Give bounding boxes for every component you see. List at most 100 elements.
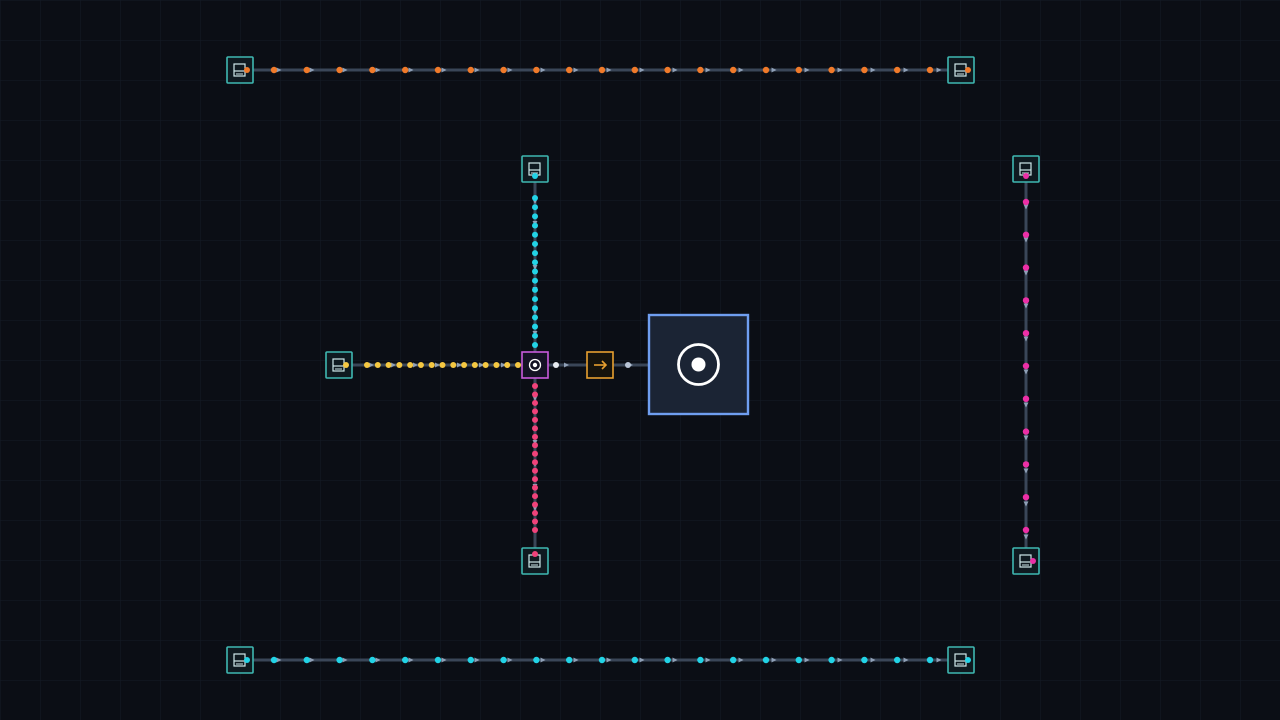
resource-item xyxy=(1022,198,1030,206)
resource-item xyxy=(402,656,409,664)
resource-item xyxy=(828,656,835,664)
resource-item xyxy=(532,323,538,330)
source-node-top-right[interactable] xyxy=(947,56,975,84)
resource-item xyxy=(1022,526,1030,534)
resource-item xyxy=(697,656,704,664)
resource-item xyxy=(532,408,538,415)
resource-item xyxy=(664,66,671,74)
resource-item xyxy=(532,493,538,500)
factory-board[interactable] xyxy=(0,0,1280,720)
resource-item xyxy=(493,362,500,368)
resource-item xyxy=(369,656,376,664)
resource-item xyxy=(385,362,392,368)
resource-item xyxy=(795,656,802,664)
resource-item xyxy=(730,66,737,74)
resource-item xyxy=(467,656,474,664)
resource-item xyxy=(631,66,638,74)
output-port xyxy=(532,551,538,557)
resource-item xyxy=(532,268,538,275)
resource-item xyxy=(450,362,457,368)
source-node-magenta-bottom[interactable] xyxy=(1012,547,1040,575)
resource-item xyxy=(631,656,638,664)
resource-item xyxy=(532,416,538,423)
resource-item xyxy=(439,362,446,368)
resource-item xyxy=(1022,264,1030,271)
resource-item xyxy=(762,66,770,74)
resource-item xyxy=(1022,494,1030,501)
cyan-items-vertical xyxy=(532,195,538,348)
resource-item xyxy=(532,442,538,449)
resource-item xyxy=(461,362,468,368)
resource-item xyxy=(500,66,507,74)
resource-item xyxy=(1022,395,1030,402)
resource-item xyxy=(532,259,538,266)
resource-item xyxy=(532,222,538,229)
resource-item xyxy=(515,362,521,368)
output-port xyxy=(1023,173,1029,179)
resource-item xyxy=(532,332,538,339)
merger-node[interactable] xyxy=(521,351,549,379)
resource-item xyxy=(374,362,381,368)
source-node-bottom-right[interactable] xyxy=(947,646,975,674)
resource-item xyxy=(861,66,868,74)
target-icon-core xyxy=(691,357,706,372)
resource-item xyxy=(402,66,409,74)
resource-item xyxy=(364,362,370,368)
resource-item xyxy=(532,314,538,321)
resource-item xyxy=(532,383,538,389)
resource-item xyxy=(532,484,538,491)
resource-item xyxy=(504,362,511,368)
resource-item xyxy=(795,66,802,74)
resource-item xyxy=(369,66,376,74)
resource-item xyxy=(566,66,573,74)
hub[interactable] xyxy=(647,313,750,416)
resource-item xyxy=(1022,231,1030,238)
output-port xyxy=(244,67,250,73)
white-item xyxy=(553,362,559,368)
resource-item xyxy=(533,66,540,74)
resource-item xyxy=(434,66,442,74)
resource-item xyxy=(428,362,435,368)
cyan-items-bottom xyxy=(270,656,934,664)
resource-item xyxy=(828,66,835,74)
resource-item xyxy=(532,425,538,432)
resource-item xyxy=(396,362,403,368)
output-port xyxy=(244,657,250,663)
grid-background xyxy=(0,0,1280,720)
resource-item xyxy=(1022,428,1030,435)
resource-item xyxy=(1022,362,1030,370)
resource-item xyxy=(664,656,671,664)
direction-block[interactable] xyxy=(586,351,614,379)
resource-item xyxy=(598,656,606,664)
resource-item xyxy=(532,231,538,238)
resource-item xyxy=(894,656,901,664)
resource-item xyxy=(532,391,538,398)
resource-item xyxy=(500,656,507,664)
resource-item xyxy=(532,450,538,457)
resource-item xyxy=(532,305,538,312)
source-node-yellow[interactable] xyxy=(325,351,353,379)
resource-item xyxy=(926,66,934,74)
source-node-magenta-top[interactable] xyxy=(1012,155,1040,183)
output-port xyxy=(965,657,971,663)
resource-item xyxy=(482,362,489,368)
resource-item xyxy=(532,433,538,440)
white-item xyxy=(625,362,631,368)
resource-item xyxy=(926,656,934,664)
resource-item xyxy=(532,501,538,508)
resource-item xyxy=(532,399,538,406)
resource-item xyxy=(1022,461,1030,468)
resource-item xyxy=(894,66,901,74)
resource-item xyxy=(532,518,538,525)
source-node-top-left[interactable] xyxy=(226,56,254,84)
resource-item xyxy=(532,250,538,257)
source-node-cyan[interactable] xyxy=(521,155,549,183)
resource-item xyxy=(762,656,770,664)
output-port xyxy=(965,67,971,73)
resource-item xyxy=(532,195,538,201)
source-node-bottom-left[interactable] xyxy=(226,646,254,674)
resource-item xyxy=(303,656,310,664)
output-port xyxy=(532,173,538,179)
output-port xyxy=(1030,558,1036,564)
source-node-pink[interactable] xyxy=(521,547,549,575)
